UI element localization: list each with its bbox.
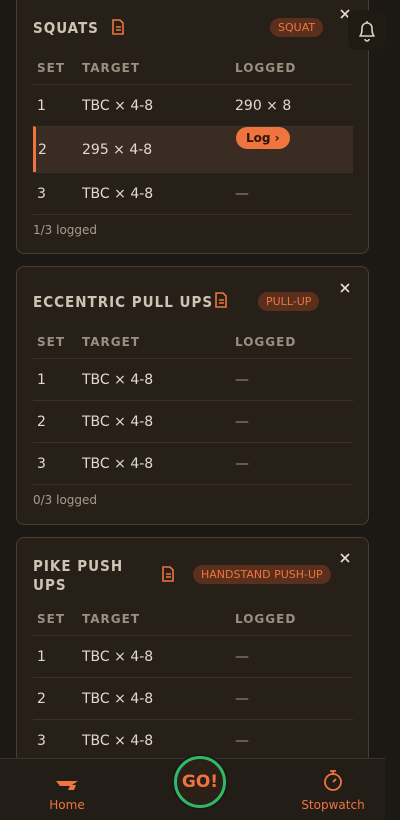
set-number: 1 bbox=[37, 649, 46, 665]
col-head-set: SET bbox=[37, 61, 66, 75]
set-row[interactable]: 3 TBC × 4-8 — bbox=[33, 172, 353, 214]
notifications-button[interactable] bbox=[348, 10, 386, 50]
set-logged: — bbox=[235, 186, 249, 202]
set-logged: — bbox=[235, 414, 249, 430]
row-divider bbox=[33, 484, 353, 485]
set-target: 295 × 4-8 bbox=[82, 142, 153, 158]
nav-home-label: Home bbox=[49, 798, 85, 812]
muscle-badge: HANDSTAND PUSH-UP bbox=[193, 565, 331, 584]
stopwatch-icon bbox=[324, 770, 342, 791]
col-head-set: SET bbox=[37, 612, 66, 626]
set-number: 3 bbox=[37, 186, 46, 202]
set-row[interactable]: 3 TBC × 4-8 — bbox=[33, 719, 353, 758]
exercise-title: SQUATS bbox=[33, 19, 99, 37]
set-target: TBC × 4-8 bbox=[82, 691, 154, 707]
note-icon[interactable] bbox=[109, 18, 127, 36]
set-row[interactable]: 2 TBC × 4-8 — bbox=[33, 400, 353, 442]
note-icon[interactable] bbox=[212, 291, 230, 309]
col-head-target: TARGET bbox=[82, 335, 141, 349]
set-number: 2 bbox=[38, 142, 47, 158]
set-target: TBC × 4-8 bbox=[82, 98, 154, 114]
set-number: 1 bbox=[37, 372, 46, 388]
set-logged: — bbox=[235, 691, 249, 707]
muscle-badge: PULL-UP bbox=[258, 292, 320, 311]
exercise-card-pike-push-ups: PIKE PUSH UPS HANDSTAND PUSH-UP SET TARG… bbox=[16, 537, 369, 758]
set-logged: — bbox=[235, 372, 249, 388]
nav-stopwatch-label: Stopwatch bbox=[301, 798, 365, 812]
set-row[interactable]: 1 TBC × 4-8 290 × 8 bbox=[33, 84, 353, 126]
bottom-nav: Home GO! Stopwatch bbox=[0, 756, 385, 820]
set-row[interactable]: 1 TBC × 4-8 — bbox=[33, 635, 353, 677]
set-logged: — bbox=[235, 649, 249, 665]
exercise-title: ECCENTRIC PULL UPS bbox=[33, 293, 214, 311]
set-logged: — bbox=[235, 733, 249, 749]
set-logged: — bbox=[235, 456, 249, 472]
row-divider bbox=[33, 214, 353, 215]
nav-stopwatch[interactable]: Stopwatch bbox=[296, 759, 370, 820]
bell-icon bbox=[359, 21, 375, 42]
exercise-title-line1: PIKE PUSH bbox=[33, 557, 124, 575]
set-number: 1 bbox=[37, 98, 46, 114]
col-head-logged: LOGGED bbox=[235, 612, 297, 626]
logged-summary: 0/3 logged bbox=[33, 493, 98, 507]
set-logged: 290 × 8 bbox=[235, 98, 292, 114]
close-icon[interactable] bbox=[338, 281, 352, 295]
col-head-logged: LOGGED bbox=[235, 61, 297, 75]
set-number: 3 bbox=[37, 733, 46, 749]
note-icon[interactable] bbox=[159, 565, 177, 583]
nav-home[interactable]: Home bbox=[32, 759, 102, 820]
set-target: TBC × 4-8 bbox=[82, 649, 154, 665]
set-target: TBC × 4-8 bbox=[82, 733, 154, 749]
home-icon bbox=[56, 781, 78, 790]
log-button[interactable]: Log › bbox=[236, 127, 290, 149]
set-target: TBC × 4-8 bbox=[82, 186, 154, 202]
col-head-logged: LOGGED bbox=[235, 335, 297, 349]
go-label: GO! bbox=[181, 772, 219, 792]
close-icon[interactable] bbox=[338, 551, 352, 565]
go-button[interactable]: GO! bbox=[174, 756, 226, 808]
set-number: 3 bbox=[37, 456, 46, 472]
col-head-set: SET bbox=[37, 335, 66, 349]
set-row[interactable]: 1 TBC × 4-8 — bbox=[33, 358, 353, 400]
set-row-active[interactable]: 2 295 × 4-8 Log › bbox=[33, 126, 353, 172]
set-target: TBC × 4-8 bbox=[82, 372, 154, 388]
exercise-card-eccentric-pull-ups: ECCENTRIC PULL UPS PULL-UP SET TARGET LO… bbox=[16, 266, 369, 525]
col-head-target: TARGET bbox=[82, 612, 141, 626]
set-target: TBC × 4-8 bbox=[82, 456, 154, 472]
muscle-badge: SQUAT bbox=[270, 18, 324, 37]
set-number: 2 bbox=[37, 691, 46, 707]
set-row[interactable]: 2 TBC × 4-8 — bbox=[33, 677, 353, 719]
set-target: TBC × 4-8 bbox=[82, 414, 154, 430]
exercise-card-squats: SQUATS SQUAT SET TARGET LOGGED 1 TBC × 4… bbox=[16, 0, 369, 254]
workout-scroll-area[interactable]: SQUATS SQUAT SET TARGET LOGGED 1 TBC × 4… bbox=[0, 0, 400, 758]
set-number: 2 bbox=[37, 414, 46, 430]
exercise-title-line2: UPS bbox=[33, 576, 67, 594]
logged-summary: 1/3 logged bbox=[33, 223, 98, 237]
col-head-target: TARGET bbox=[82, 61, 141, 75]
set-row[interactable]: 3 TBC × 4-8 — bbox=[33, 442, 353, 484]
